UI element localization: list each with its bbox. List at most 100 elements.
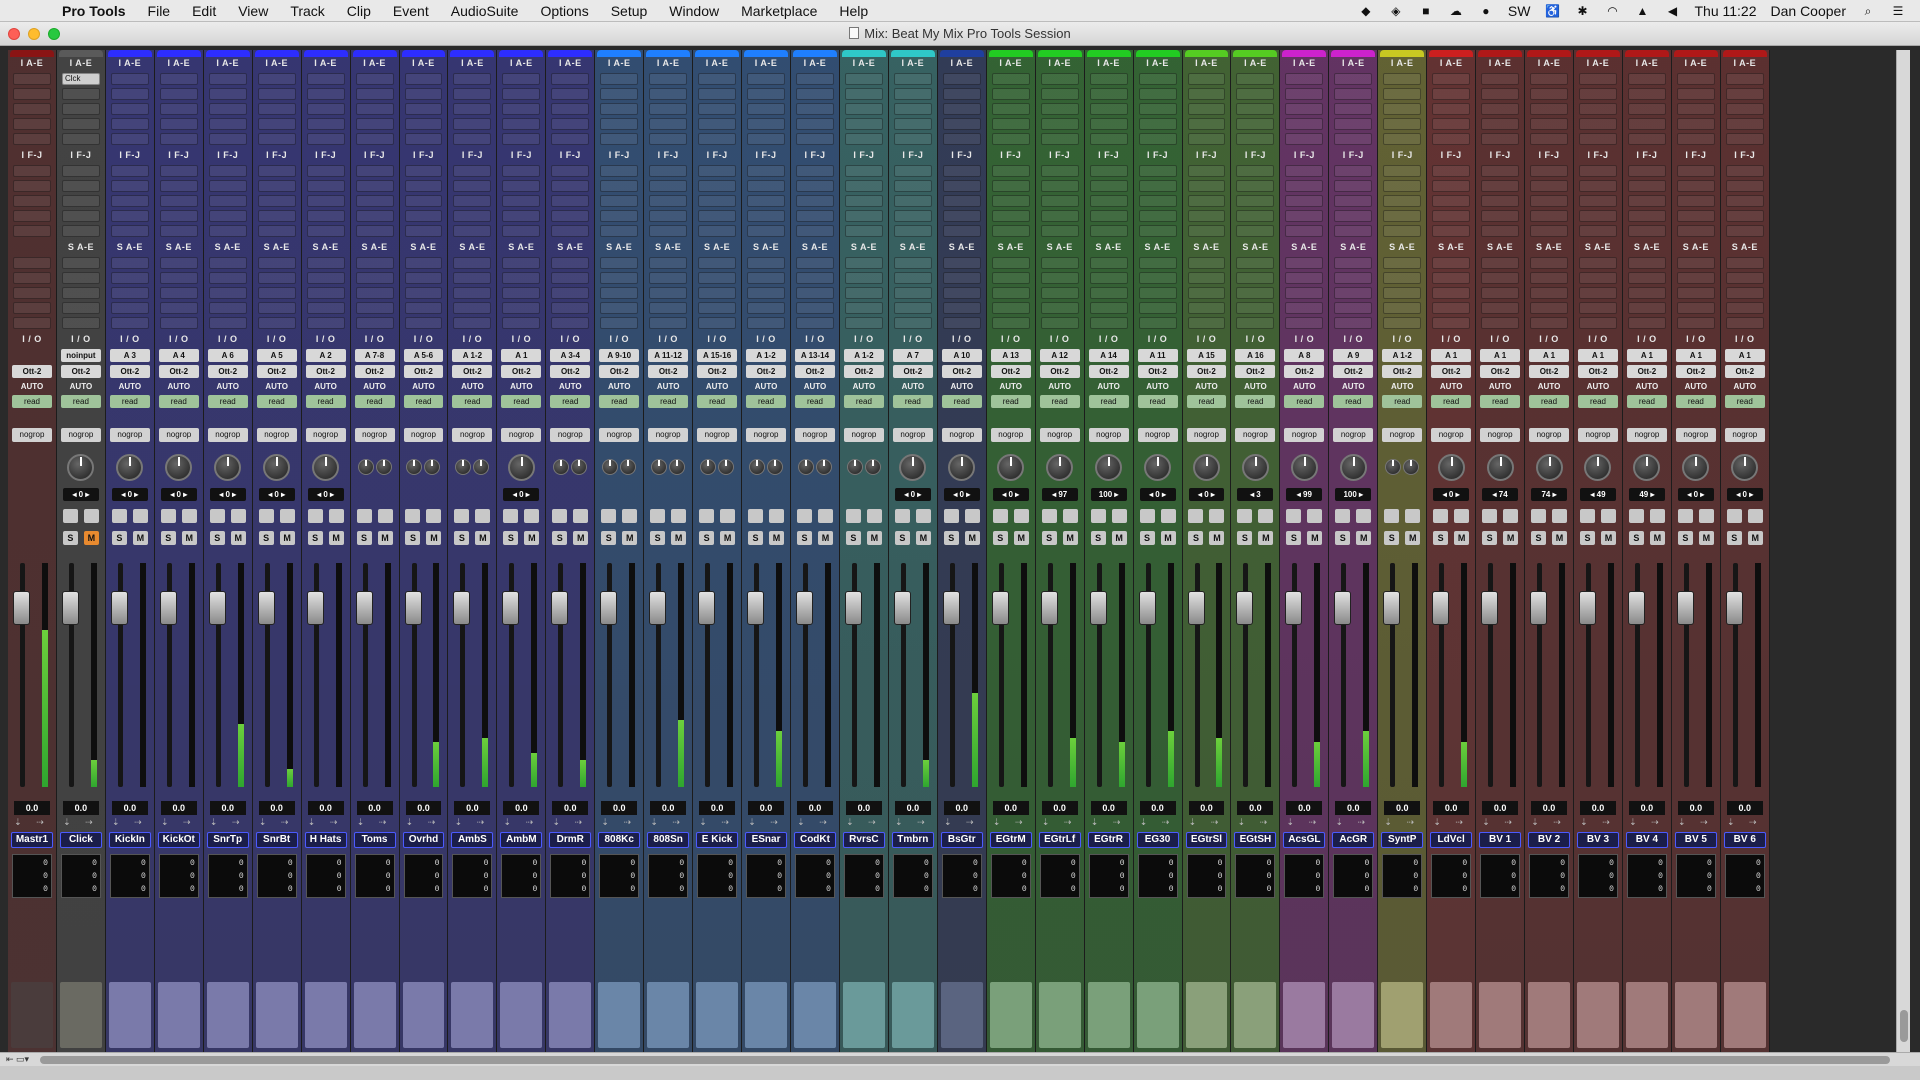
send-slot[interactable] xyxy=(159,257,198,269)
arrow-icon[interactable]: ⇣ ⇢ xyxy=(1574,817,1622,829)
track-name[interactable]: BsGtr xyxy=(940,832,983,848)
volume-fader[interactable] xyxy=(257,590,275,625)
insert-slot[interactable] xyxy=(600,165,639,177)
volume-fader[interactable] xyxy=(1334,590,1352,625)
output-selector[interactable]: Ott-2 xyxy=(990,365,1031,378)
insert-slot[interactable] xyxy=(1579,88,1617,100)
insert-slot[interactable] xyxy=(404,165,443,177)
dropbox-icon[interactable]: ◆ xyxy=(1358,4,1374,18)
track-name[interactable]: BV 3 xyxy=(1577,832,1619,848)
send-slot[interactable] xyxy=(1334,317,1373,329)
record-arm-button[interactable] xyxy=(1062,509,1078,523)
input-monitor-button[interactable] xyxy=(1433,509,1449,523)
send-slot[interactable] xyxy=(1676,302,1715,314)
insert-slot[interactable] xyxy=(1236,118,1275,130)
solo-button[interactable]: S xyxy=(1188,531,1204,545)
output-selector[interactable]: Ott-2 xyxy=(1333,365,1374,378)
insert-slot[interactable] xyxy=(551,180,590,192)
input-monitor-button[interactable] xyxy=(894,509,910,523)
insert-slot[interactable] xyxy=(1579,195,1617,207)
send-slot[interactable] xyxy=(796,317,834,329)
input-selector[interactable]: A 1 xyxy=(1529,349,1569,362)
comments-field[interactable] xyxy=(794,982,836,1048)
send-slot[interactable] xyxy=(796,302,834,314)
arrow-icon[interactable]: ⇣ ⇢ xyxy=(840,817,888,829)
mute-button[interactable]: M xyxy=(1356,531,1372,545)
arrow-icon[interactable]: ⇣ ⇢ xyxy=(302,817,350,829)
menu-setup[interactable]: Setup xyxy=(611,3,648,19)
mute-button[interactable]: M xyxy=(1062,531,1078,545)
send-slot[interactable] xyxy=(551,302,590,314)
insert-slot[interactable] xyxy=(1579,210,1617,222)
send-slot[interactable] xyxy=(1725,317,1764,329)
send-slot[interactable] xyxy=(1334,302,1373,314)
input-selector[interactable]: A 12 xyxy=(1039,349,1080,362)
insert-slot[interactable] xyxy=(1627,165,1666,177)
group-selector[interactable]: nogrop xyxy=(158,428,199,442)
insert-slot[interactable] xyxy=(698,103,737,115)
send-slot[interactable] xyxy=(1089,257,1128,269)
insert-slot[interactable] xyxy=(404,73,443,85)
input-selector[interactable]: A 11-12 xyxy=(648,349,689,362)
send-slot[interactable] xyxy=(404,302,443,314)
mute-button[interactable]: M xyxy=(1552,531,1568,545)
insert-slot[interactable] xyxy=(1334,195,1373,207)
group-selector[interactable]: nogrop xyxy=(892,428,933,442)
insert-slot[interactable] xyxy=(893,103,932,115)
insert-slot[interactable] xyxy=(844,165,883,177)
mute-button[interactable]: M xyxy=(181,531,197,545)
record-arm-button[interactable] xyxy=(426,509,442,523)
pan-knob-left[interactable] xyxy=(749,459,766,475)
insert-slot[interactable] xyxy=(796,195,834,207)
menu-help[interactable]: Help xyxy=(839,3,868,19)
output-selector[interactable]: Ott-2 xyxy=(158,365,199,378)
insert-slot[interactable] xyxy=(1627,180,1666,192)
send-slot[interactable] xyxy=(13,257,51,269)
insert-slot[interactable] xyxy=(600,210,639,222)
mute-button[interactable]: M xyxy=(426,531,442,545)
pan-knob[interactable] xyxy=(165,453,193,481)
arrow-icon[interactable]: ⇣ ⇢ xyxy=(1476,817,1524,829)
insert-slot[interactable] xyxy=(404,225,443,237)
send-slot[interactable] xyxy=(1725,302,1764,314)
insert-slot[interactable] xyxy=(1579,180,1617,192)
solo-button[interactable]: S xyxy=(1090,531,1106,545)
insert-slot[interactable] xyxy=(1530,165,1568,177)
insert-slot[interactable] xyxy=(208,210,247,222)
send-slot[interactable] xyxy=(1627,272,1666,284)
insert-slot[interactable] xyxy=(893,133,932,145)
insert-slot[interactable] xyxy=(991,195,1030,207)
insert-slot[interactable] xyxy=(600,118,639,130)
insert-slot[interactable] xyxy=(502,103,541,115)
group-selector[interactable]: nogrop xyxy=(403,428,444,442)
output-selector[interactable]: Ott-2 xyxy=(60,365,101,378)
automation-mode-selector[interactable]: read xyxy=(12,395,52,408)
insert-slot[interactable] xyxy=(991,118,1030,130)
send-slot[interactable] xyxy=(453,302,492,314)
solo-button[interactable]: S xyxy=(943,531,959,545)
insert-slot[interactable] xyxy=(1627,225,1666,237)
track-name[interactable]: BV 4 xyxy=(1625,832,1668,848)
input-selector[interactable]: A 9 xyxy=(1333,349,1374,362)
arrow-icon[interactable]: ⇣ ⇢ xyxy=(791,817,839,829)
group-selector[interactable]: nogrop xyxy=(12,428,52,442)
record-arm-button[interactable] xyxy=(328,509,344,523)
input-selector[interactable]: A 5 xyxy=(256,349,297,362)
insert-slot[interactable] xyxy=(502,195,541,207)
send-slot[interactable] xyxy=(453,272,492,284)
mute-button[interactable]: M xyxy=(1307,531,1323,545)
insert-slot[interactable] xyxy=(1089,225,1128,237)
send-slot[interactable] xyxy=(1579,302,1617,314)
mute-button[interactable]: M xyxy=(1013,531,1029,545)
automation-mode-selector[interactable]: read xyxy=(1284,395,1325,408)
insert-slot[interactable] xyxy=(1285,225,1324,237)
record-arm-button[interactable] xyxy=(132,509,148,523)
send-slot[interactable] xyxy=(110,302,149,314)
automation-mode-selector[interactable]: read xyxy=(1333,395,1374,408)
arrow-icon[interactable]: ⇣ ⇢ xyxy=(155,817,203,829)
send-slot[interactable] xyxy=(747,272,785,284)
insert-slot[interactable] xyxy=(1432,73,1471,85)
send-slot[interactable] xyxy=(61,287,100,299)
group-selector[interactable]: nogrop xyxy=(990,428,1031,442)
solo-button[interactable]: S xyxy=(1237,531,1253,545)
